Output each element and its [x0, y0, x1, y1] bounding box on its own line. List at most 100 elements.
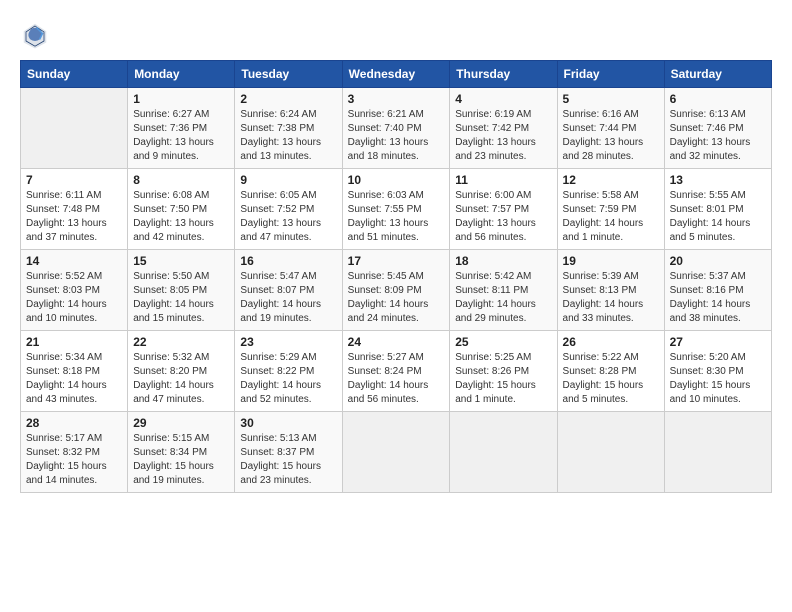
day-cell: 8 Sunrise: 6:08 AM Sunset: 7:50 PM Daylig… [128, 169, 235, 250]
col-header-thursday: Thursday [450, 61, 557, 88]
day-cell: 6 Sunrise: 6:13 AM Sunset: 7:46 PM Daylig… [664, 88, 771, 169]
day-info: Sunrise: 5:15 AM Sunset: 8:34 PM Dayligh… [133, 432, 229, 488]
day-info: Sunrise: 5:22 AM Sunset: 8:28 PM Dayligh… [563, 351, 659, 407]
day-number: 11 [455, 173, 551, 187]
day-number: 21 [26, 335, 122, 349]
day-number: 5 [563, 92, 659, 106]
day-info: Sunrise: 5:20 AM Sunset: 8:30 PM Dayligh… [670, 351, 766, 407]
week-row-2: 7 Sunrise: 6:11 AM Sunset: 7:48 PM Daylig… [21, 169, 772, 250]
day-info: Sunrise: 5:13 AM Sunset: 8:37 PM Dayligh… [240, 432, 336, 488]
col-header-monday: Monday [128, 61, 235, 88]
calendar-table: SundayMondayTuesdayWednesdayThursdayFrid… [20, 60, 772, 493]
logo-icon [20, 20, 50, 50]
day-cell: 10 Sunrise: 6:03 AM Sunset: 7:55 PM Dayli… [342, 169, 450, 250]
day-info: Sunrise: 6:21 AM Sunset: 7:40 PM Dayligh… [348, 108, 445, 164]
day-info: Sunrise: 6:11 AM Sunset: 7:48 PM Dayligh… [26, 189, 122, 245]
day-number: 28 [26, 416, 122, 430]
day-cell: 30 Sunrise: 5:13 AM Sunset: 8:37 PM Dayli… [235, 412, 342, 493]
day-cell: 28 Sunrise: 5:17 AM Sunset: 8:32 PM Dayli… [21, 412, 128, 493]
day-number: 19 [563, 254, 659, 268]
day-cell [450, 412, 557, 493]
week-row-1: 1 Sunrise: 6:27 AM Sunset: 7:36 PM Daylig… [21, 88, 772, 169]
week-row-3: 14Sunrise: 5:52 AM Sunset: 8:03 PM Dayli… [21, 250, 772, 331]
day-info: Sunrise: 6:27 AM Sunset: 7:36 PM Dayligh… [133, 108, 229, 164]
day-cell: 27 Sunrise: 5:20 AM Sunset: 8:30 PM Dayli… [664, 331, 771, 412]
day-number: 26 [563, 335, 659, 349]
day-number: 25 [455, 335, 551, 349]
day-cell: 17 Sunrise: 5:45 AM Sunset: 8:09 PM Dayli… [342, 250, 450, 331]
day-number: 4 [455, 92, 551, 106]
day-info: Sunrise: 5:52 AM Sunset: 8:03 PM Dayligh… [26, 270, 122, 326]
day-number: 3 [348, 92, 445, 106]
day-cell: 29 Sunrise: 5:15 AM Sunset: 8:34 PM Dayli… [128, 412, 235, 493]
day-info: Sunrise: 5:27 AM Sunset: 8:24 PM Dayligh… [348, 351, 445, 407]
day-cell: 26 Sunrise: 5:22 AM Sunset: 8:28 PM Dayli… [557, 331, 664, 412]
day-info: Sunrise: 6:08 AM Sunset: 7:50 PM Dayligh… [133, 189, 229, 245]
day-number: 18 [455, 254, 551, 268]
day-cell: 24 Sunrise: 5:27 AM Sunset: 8:24 PM Dayli… [342, 331, 450, 412]
day-cell [342, 412, 450, 493]
day-cell: 12 Sunrise: 5:58 AM Sunset: 7:59 PM Dayli… [557, 169, 664, 250]
day-number: 8 [133, 173, 229, 187]
day-info: Sunrise: 5:45 AM Sunset: 8:09 PM Dayligh… [348, 270, 445, 326]
day-info: Sunrise: 5:25 AM Sunset: 8:26 PM Dayligh… [455, 351, 551, 407]
col-header-friday: Friday [557, 61, 664, 88]
day-cell: 9 Sunrise: 6:05 AM Sunset: 7:52 PM Daylig… [235, 169, 342, 250]
day-number: 1 [133, 92, 229, 106]
day-number: 22 [133, 335, 229, 349]
day-cell: 18 Sunrise: 5:42 AM Sunset: 8:11 PM Dayli… [450, 250, 557, 331]
day-info: Sunrise: 5:50 AM Sunset: 8:05 PM Dayligh… [133, 270, 229, 326]
day-info: Sunrise: 5:34 AM Sunset: 8:18 PM Dayligh… [26, 351, 122, 407]
day-number: 2 [240, 92, 336, 106]
day-info: Sunrise: 5:32 AM Sunset: 8:20 PM Dayligh… [133, 351, 229, 407]
day-number: 13 [670, 173, 766, 187]
day-info: Sunrise: 6:00 AM Sunset: 7:57 PM Dayligh… [455, 189, 551, 245]
day-number: 9 [240, 173, 336, 187]
day-cell: 23 Sunrise: 5:29 AM Sunset: 8:22 PM Dayli… [235, 331, 342, 412]
day-number: 24 [348, 335, 445, 349]
page-header [20, 20, 772, 50]
day-cell: 19Sunrise: 5:39 AM Sunset: 8:13 PM Dayli… [557, 250, 664, 331]
day-info: Sunrise: 5:37 AM Sunset: 8:16 PM Dayligh… [670, 270, 766, 326]
day-info: Sunrise: 6:03 AM Sunset: 7:55 PM Dayligh… [348, 189, 445, 245]
day-number: 29 [133, 416, 229, 430]
day-cell: 20 Sunrise: 5:37 AM Sunset: 8:16 PM Dayli… [664, 250, 771, 331]
day-number: 17 [348, 254, 445, 268]
day-cell: 3 Sunrise: 6:21 AM Sunset: 7:40 PM Daylig… [342, 88, 450, 169]
day-cell: 25 Sunrise: 5:25 AM Sunset: 8:26 PM Dayli… [450, 331, 557, 412]
day-number: 16 [240, 254, 336, 268]
day-number: 7 [26, 173, 122, 187]
day-cell: 22 Sunrise: 5:32 AM Sunset: 8:20 PM Dayli… [128, 331, 235, 412]
col-header-saturday: Saturday [664, 61, 771, 88]
day-number: 30 [240, 416, 336, 430]
day-number: 12 [563, 173, 659, 187]
day-info: Sunrise: 5:55 AM Sunset: 8:01 PM Dayligh… [670, 189, 766, 245]
day-cell: 11 Sunrise: 6:00 AM Sunset: 7:57 PM Dayli… [450, 169, 557, 250]
day-cell: 16Sunrise: 5:47 AM Sunset: 8:07 PM Dayli… [235, 250, 342, 331]
day-info: Sunrise: 6:05 AM Sunset: 7:52 PM Dayligh… [240, 189, 336, 245]
week-row-4: 21 Sunrise: 5:34 AM Sunset: 8:18 PM Dayli… [21, 331, 772, 412]
day-number: 10 [348, 173, 445, 187]
day-cell: 4 Sunrise: 6:19 AM Sunset: 7:42 PM Daylig… [450, 88, 557, 169]
day-cell [664, 412, 771, 493]
day-info: Sunrise: 6:24 AM Sunset: 7:38 PM Dayligh… [240, 108, 336, 164]
day-number: 23 [240, 335, 336, 349]
day-info: Sunrise: 5:17 AM Sunset: 8:32 PM Dayligh… [26, 432, 122, 488]
day-info: Sunrise: 5:42 AM Sunset: 8:11 PM Dayligh… [455, 270, 551, 326]
day-info: Sunrise: 5:58 AM Sunset: 7:59 PM Dayligh… [563, 189, 659, 245]
day-info: Sunrise: 6:13 AM Sunset: 7:46 PM Dayligh… [670, 108, 766, 164]
logo [20, 20, 54, 50]
day-cell: 15 Sunrise: 5:50 AM Sunset: 8:05 PM Dayli… [128, 250, 235, 331]
col-header-sunday: Sunday [21, 61, 128, 88]
day-number: 27 [670, 335, 766, 349]
day-info: Sunrise: 6:19 AM Sunset: 7:42 PM Dayligh… [455, 108, 551, 164]
day-number: 6 [670, 92, 766, 106]
day-info: Sunrise: 6:16 AM Sunset: 7:44 PM Dayligh… [563, 108, 659, 164]
day-cell [557, 412, 664, 493]
day-number: 20 [670, 254, 766, 268]
day-cell: 1 Sunrise: 6:27 AM Sunset: 7:36 PM Daylig… [128, 88, 235, 169]
day-info: Sunrise: 5:29 AM Sunset: 8:22 PM Dayligh… [240, 351, 336, 407]
day-number: 15 [133, 254, 229, 268]
day-cell: 13 Sunrise: 5:55 AM Sunset: 8:01 PM Dayli… [664, 169, 771, 250]
header-row: SundayMondayTuesdayWednesdayThursdayFrid… [21, 61, 772, 88]
